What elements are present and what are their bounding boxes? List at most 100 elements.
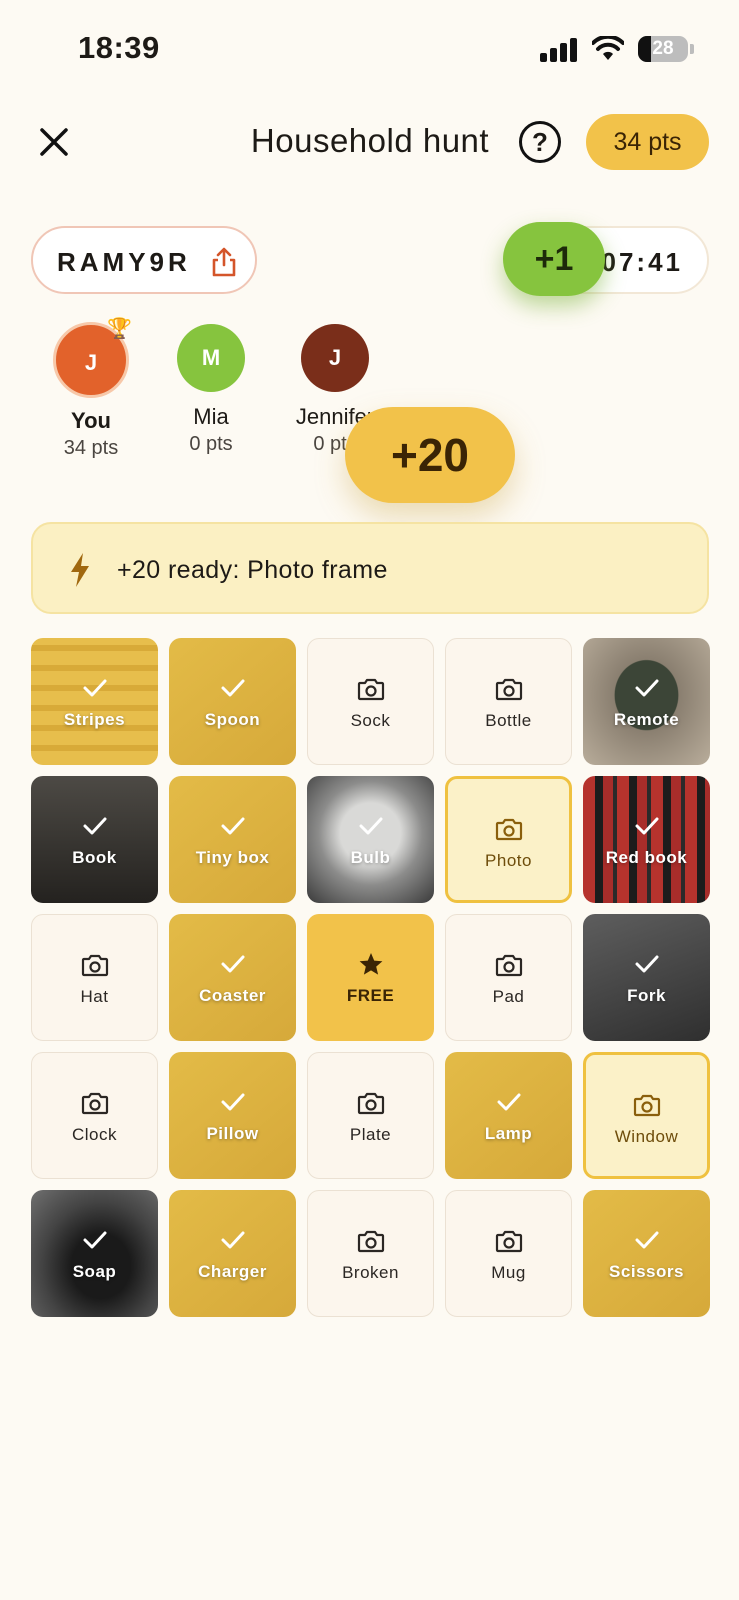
check-icon: [169, 1088, 296, 1116]
avatar: J 🏆: [53, 319, 132, 398]
tile-label: Tiny box: [195, 848, 270, 867]
check-icon: [583, 1226, 710, 1254]
camera-icon: [308, 675, 433, 703]
check-icon: [169, 950, 296, 978]
tile-charger[interactable]: Charger: [169, 1190, 296, 1317]
signal-icon: [540, 38, 578, 62]
tile-broken[interactable]: Broken: [307, 1190, 434, 1317]
camera-icon: [446, 951, 571, 979]
player-points: 0 pts: [189, 433, 233, 455]
tile-lamp[interactable]: Lamp: [445, 1052, 572, 1179]
camera-icon: [446, 1227, 571, 1255]
score-popup-small: +1: [503, 222, 605, 296]
tile-free[interactable]: FREE: [307, 914, 434, 1041]
check-icon: [169, 1226, 296, 1254]
tile-soap[interactable]: Soap: [31, 1190, 158, 1317]
help-icon[interactable]: ?: [519, 121, 561, 163]
tile-bulb[interactable]: Bulb: [307, 776, 434, 903]
tile-label: Sock: [350, 711, 391, 730]
tile-stripes[interactable]: Stripes: [31, 638, 158, 765]
check-icon: [583, 950, 710, 978]
tile-label: Hat: [80, 987, 109, 1006]
tile-label: Fork: [627, 986, 666, 1005]
tile-pillow[interactable]: Pillow: [169, 1052, 296, 1179]
avatar-initial: J: [84, 350, 98, 375]
camera-icon: [586, 1091, 707, 1119]
close-icon[interactable]: [32, 120, 76, 164]
tile-label: Book: [72, 848, 117, 867]
tile-label: Remote: [613, 710, 680, 729]
tile-label: Pillow: [206, 1124, 259, 1143]
check-icon: [583, 674, 710, 702]
tile-label: Bulb: [350, 848, 391, 867]
check-icon: [31, 1226, 158, 1254]
wifi-icon: [592, 36, 624, 60]
camera-icon: [448, 815, 569, 843]
camera-icon: [308, 1227, 433, 1255]
tile-label: Bottle: [485, 711, 532, 730]
bingo-grid: Stripes Spoon Sock Bottle Remote Book Tiny box…: [31, 638, 710, 1317]
tile-label: Broken: [342, 1263, 399, 1282]
tile-label: Plate: [349, 1125, 392, 1144]
check-icon: [31, 674, 158, 702]
tile-red-book[interactable]: Red book: [583, 776, 710, 903]
tile-scissors[interactable]: Scissors: [583, 1190, 710, 1317]
camera-icon: [446, 675, 571, 703]
tile-label: Stripes: [63, 710, 126, 729]
tile-mug[interactable]: Mug: [445, 1190, 572, 1317]
tile-label: Clock: [71, 1125, 117, 1144]
tile-label: FREE: [346, 986, 395, 1005]
tile-sock[interactable]: Sock: [307, 638, 434, 765]
camera-icon: [308, 1089, 433, 1117]
tile-tiny-box[interactable]: Tiny box: [169, 776, 296, 903]
player-mia: M Mia 0 pts: [173, 324, 249, 456]
tile-label: Photo: [485, 851, 532, 870]
score-popup-large: +20: [345, 407, 515, 503]
tile-label: Coaster: [199, 986, 266, 1005]
room-code-share-button[interactable]: RAMY9R: [31, 226, 257, 294]
status-time: 18:39: [78, 30, 160, 65]
tile-label: Pad: [492, 987, 525, 1006]
avatar: J: [301, 324, 369, 392]
share-icon: [212, 247, 236, 277]
player-name: Mia: [193, 404, 229, 429]
player-points: 34 pts: [63, 437, 119, 459]
tile-hat[interactable]: Hat: [31, 914, 158, 1041]
avatar: M: [177, 324, 245, 392]
avatar-initial: J: [328, 345, 342, 370]
tile-label: Lamp: [484, 1124, 533, 1143]
room-code: RAMY9R: [57, 247, 191, 277]
bolt-icon: [71, 553, 89, 587]
bonus-text: +20 ready: Photo frame: [117, 556, 388, 584]
status-bar: 18:39 28: [0, 0, 739, 96]
tile-coaster[interactable]: Coaster: [169, 914, 296, 1041]
tile-label: Spoon: [204, 710, 261, 729]
tile-fork[interactable]: Fork: [583, 914, 710, 1041]
tile-spoon[interactable]: Spoon: [169, 638, 296, 765]
tile-remote[interactable]: Remote: [583, 638, 710, 765]
check-icon: [583, 812, 710, 840]
tile-plate[interactable]: Plate: [307, 1052, 434, 1179]
star-icon: [307, 950, 434, 978]
avatar-initial: M: [201, 345, 221, 370]
camera-icon: [32, 951, 157, 979]
check-icon: [169, 674, 296, 702]
countdown-timer: 07:41: [601, 247, 683, 277]
check-icon: [31, 812, 158, 840]
tile-label: Window: [614, 1127, 679, 1146]
tile-photo[interactable]: Photo: [445, 776, 572, 903]
tile-bottle[interactable]: Bottle: [445, 638, 572, 765]
check-icon: [169, 812, 296, 840]
tile-clock[interactable]: Clock: [31, 1052, 158, 1179]
bonus-banner[interactable]: +20 ready: Photo frame: [31, 522, 709, 614]
page-title: Household hunt: [250, 122, 490, 159]
player-you: J 🏆 You 34 pts: [51, 319, 132, 460]
camera-icon: [32, 1089, 157, 1117]
tile-label: Mug: [491, 1263, 526, 1282]
tile-window[interactable]: Window: [583, 1052, 710, 1179]
battery-level: 28: [652, 38, 674, 59]
tile-label: Red book: [605, 848, 688, 867]
tile-book[interactable]: Book: [31, 776, 158, 903]
tile-pad[interactable]: Pad: [445, 914, 572, 1041]
tile-label: Charger: [198, 1262, 267, 1281]
